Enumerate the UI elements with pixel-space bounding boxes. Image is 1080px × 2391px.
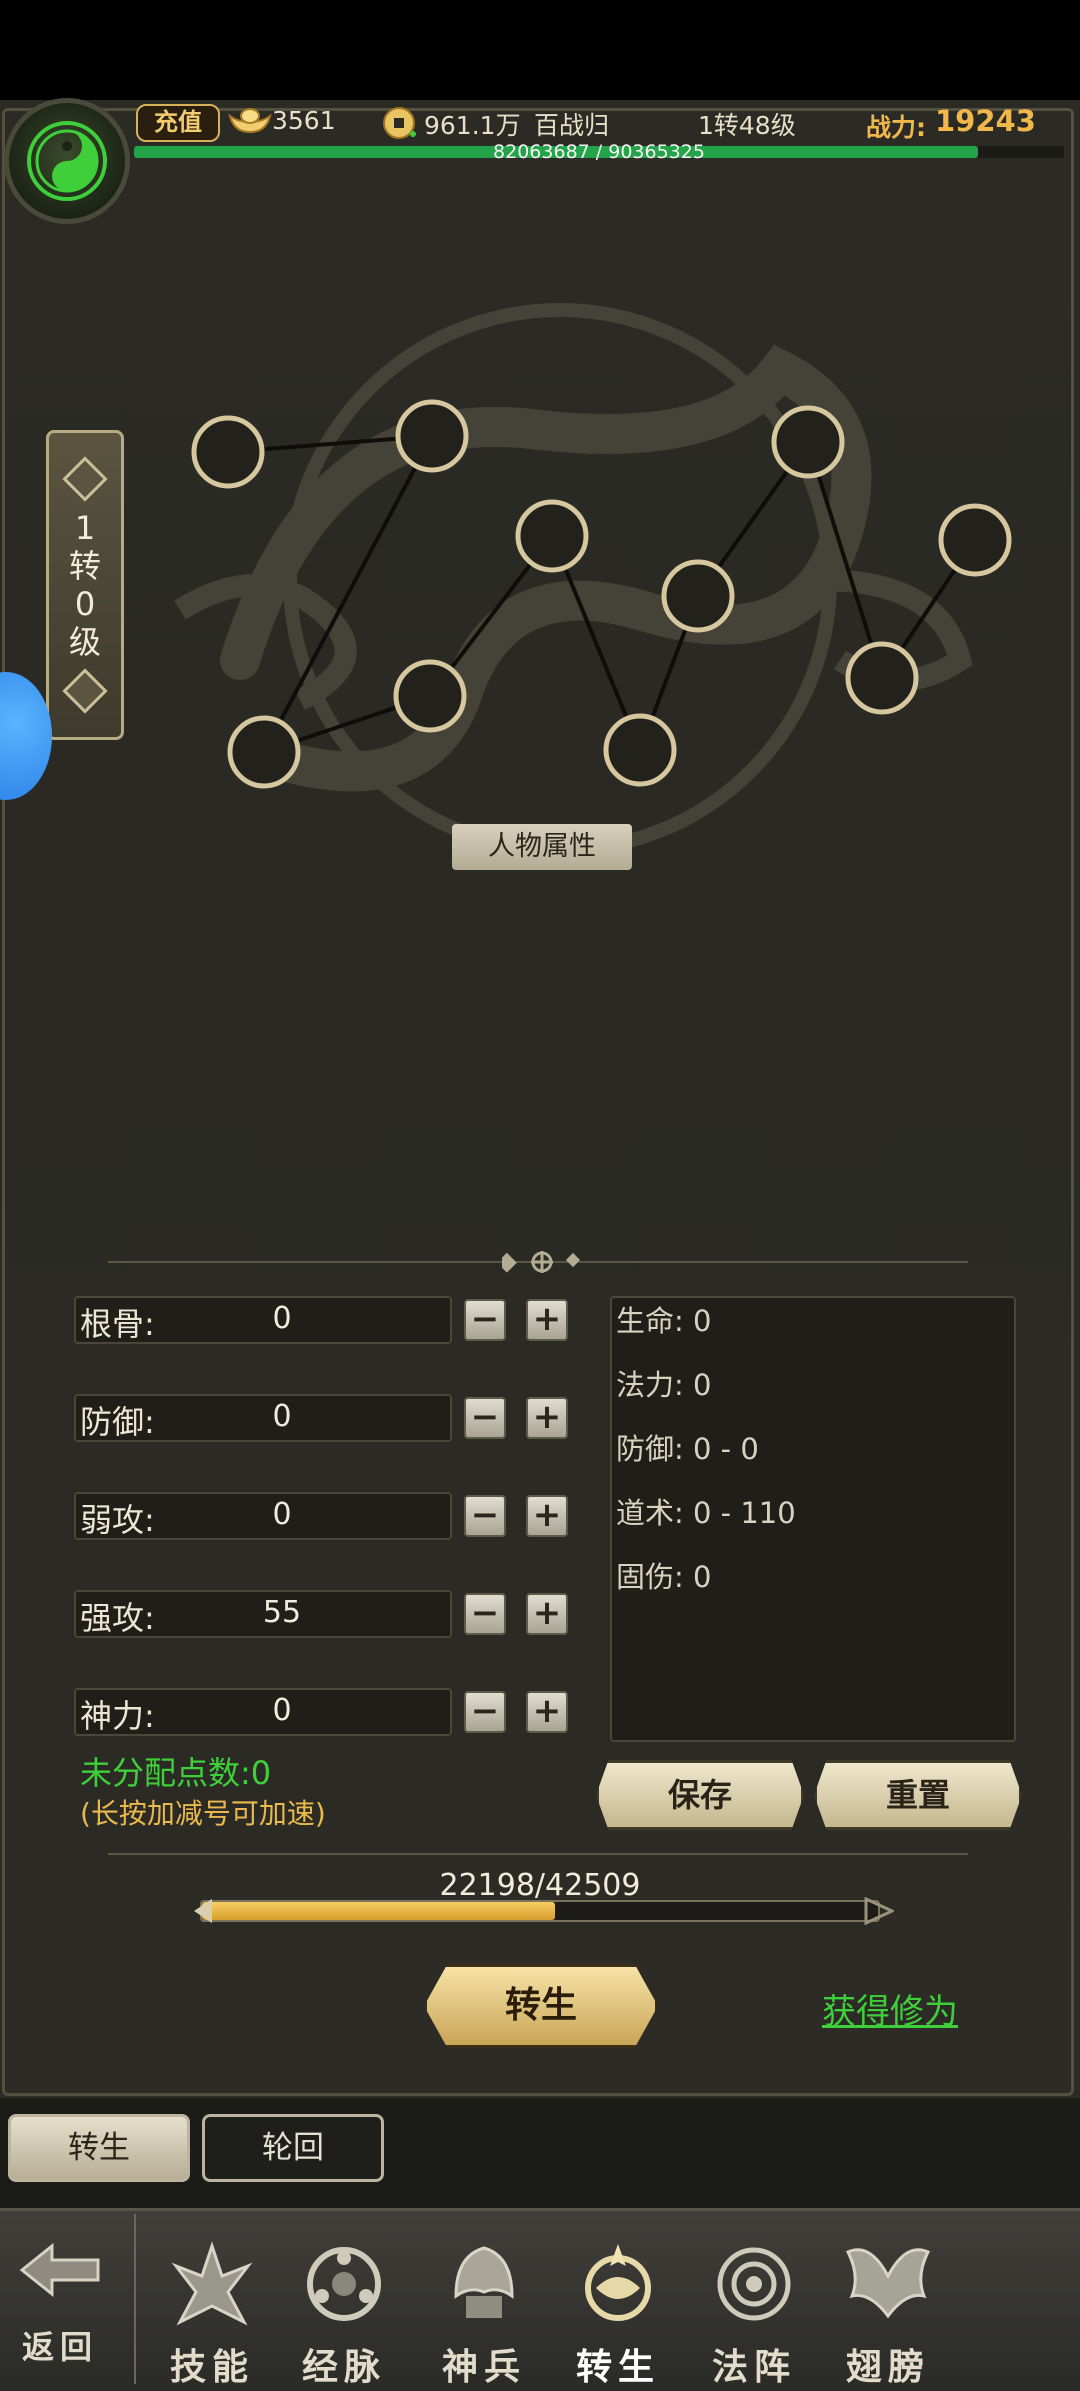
player-title: 百战归: [534, 111, 610, 140]
player-level: 1转48级: [698, 111, 796, 140]
progress-left-arrow-icon: [192, 1897, 214, 1929]
ingot-icon: [228, 106, 272, 140]
weapon-icon: [436, 2236, 532, 2332]
avatar-yin-yang-icon[interactable]: [4, 98, 130, 224]
stat-line: 法力: 0: [616, 1368, 712, 1402]
decrease-button[interactable]: −: [464, 1299, 506, 1341]
meridian-icon: [296, 2236, 392, 2332]
cultivation-progress-text: 22198/42509: [439, 1868, 641, 1903]
progress-right-arrow-icon: [864, 1896, 896, 1929]
attr-value: 0: [272, 1399, 292, 1434]
coin-icon: [382, 106, 418, 146]
attr-value: 0: [272, 1301, 292, 1336]
nav-label: 技能: [169, 2346, 254, 2388]
exp-text: 82063687 / 90365325: [493, 141, 705, 163]
decrease-button[interactable]: −: [464, 1495, 506, 1537]
nav-item[interactable]: 转生: [558, 2236, 678, 2388]
increase-button[interactable]: +: [526, 1691, 568, 1733]
attr-value: 55: [262, 1595, 302, 1630]
reset-button[interactable]: 重置: [814, 1760, 1022, 1830]
nav-label: 转生: [575, 2346, 660, 2388]
nav-label: 翅膀: [845, 2346, 930, 2388]
increase-button[interactable]: +: [526, 1397, 568, 1439]
stat-line: 固伤: 0: [616, 1560, 712, 1594]
stat-line: 生命: 0: [616, 1304, 712, 1338]
power-label: 战力:: [866, 113, 926, 142]
back-label: 返回: [21, 2328, 98, 2366]
nav-label: 法阵: [711, 2346, 796, 2388]
skill-icon: [164, 2236, 260, 2332]
nav-label: 经脉: [301, 2346, 386, 2388]
nav-item[interactable]: 经脉: [284, 2236, 404, 2388]
tab-rebirth[interactable]: 转生: [8, 2114, 190, 2182]
attr-label: 强攻:: [80, 1599, 155, 1637]
save-button[interactable]: 保存: [596, 1760, 804, 1830]
back-button[interactable]: 返回: [0, 2236, 120, 2386]
long-press-hint: (长按加减号可加速): [80, 1797, 326, 1830]
constellation-node[interactable]: [395, 399, 469, 473]
stat-line: 防御: 0 - 0: [616, 1432, 759, 1466]
rebirth-icon: [570, 2236, 666, 2332]
nav-label: 神兵: [441, 2346, 526, 2388]
constellation-node[interactable]: [227, 715, 301, 789]
attr-label: 防御:: [80, 1403, 155, 1441]
wings-icon: [840, 2236, 936, 2332]
nav-item[interactable]: 技能: [152, 2236, 272, 2388]
cultivation-progress-fill: [202, 1902, 555, 1920]
rebirth-button[interactable]: 转生: [424, 1964, 658, 2048]
coin-count: 961.1万: [424, 111, 521, 140]
constellation-node[interactable]: [771, 405, 845, 479]
nav-separator: [134, 2214, 136, 2384]
constellation-node[interactable]: [515, 499, 589, 573]
character-attributes-button[interactable]: 人物属性: [452, 824, 632, 870]
attr-value: 0: [272, 1497, 292, 1532]
nav-item[interactable]: 法阵: [694, 2236, 814, 2388]
back-arrow-icon: [12, 2236, 108, 2332]
stat-line: 道术: 0 - 110: [616, 1496, 796, 1530]
divider-ornament: [496, 1249, 582, 1279]
attr-label: 弱攻:: [80, 1501, 155, 1539]
power-value: 19243: [935, 104, 1036, 138]
unallocated-points: 未分配点数:0: [80, 1754, 272, 1792]
section-divider-2: [108, 1853, 968, 1855]
decrease-button[interactable]: −: [464, 1397, 506, 1439]
increase-button[interactable]: +: [526, 1299, 568, 1341]
constellation-node[interactable]: [661, 559, 735, 633]
attr-value: 0: [272, 1693, 292, 1728]
constellation-node[interactable]: [603, 713, 677, 787]
attr-label: 神力:: [80, 1697, 155, 1735]
constellation-node[interactable]: [845, 641, 919, 715]
nav-item[interactable]: 神兵: [424, 2236, 544, 2388]
increase-button[interactable]: +: [526, 1593, 568, 1635]
status-bar: [0, 0, 1080, 100]
constellation-link: [806, 441, 884, 679]
nav-item[interactable]: 翅膀: [828, 2236, 948, 2388]
ingot-count: 3561: [272, 106, 336, 135]
constellation-node[interactable]: [393, 659, 467, 733]
decrease-button[interactable]: −: [464, 1593, 506, 1635]
constellation-node[interactable]: [938, 503, 1012, 577]
attr-label: 根骨:: [80, 1305, 155, 1343]
tab-reincarnation[interactable]: 轮回: [202, 2114, 384, 2182]
increase-button[interactable]: +: [526, 1495, 568, 1537]
constellation-map: [191, 399, 1012, 789]
constellation-node[interactable]: [191, 415, 265, 489]
recharge-button[interactable]: 充值: [136, 104, 220, 142]
decrease-button[interactable]: −: [464, 1691, 506, 1733]
array-icon: [706, 2236, 802, 2332]
gain-cultivation-link[interactable]: 获得修为: [822, 1984, 958, 2033]
